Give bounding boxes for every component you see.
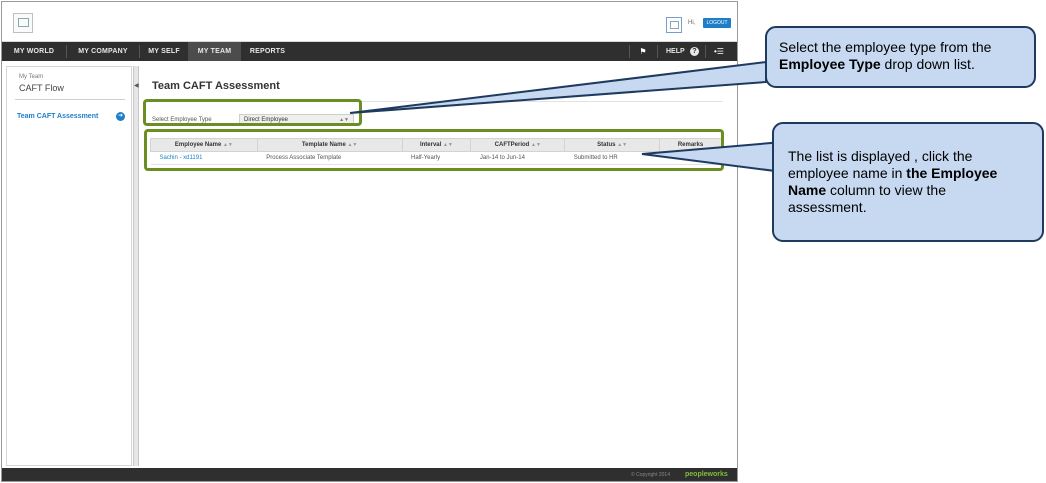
callout-pointer-employee-type: [349, 60, 767, 114]
tutorial-screenshot: Hi, LOGOUT MY WORLD MY COMPANY MY SELF M…: [0, 0, 1046, 483]
callout-employee-type: Select the employee type from the Employ…: [765, 26, 1036, 88]
callout-pointer-table: [641, 140, 784, 174]
callout-table: The list is displayed , click the employ…: [772, 122, 1044, 242]
